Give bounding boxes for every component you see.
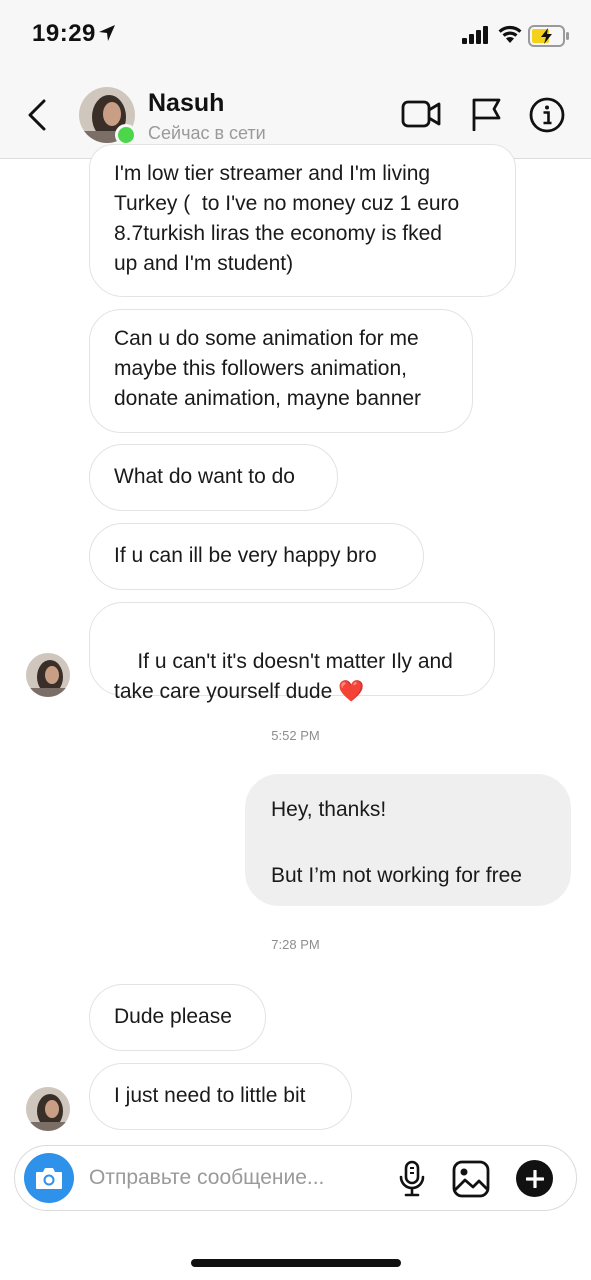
incoming-message[interactable]: Dude please	[89, 984, 266, 1051]
heart-emoji: ❤️	[338, 680, 365, 703]
gallery-icon[interactable]	[452, 1160, 490, 1198]
contact-status: Сейчас в сети	[148, 123, 266, 143]
status-time: 19:29	[32, 20, 96, 47]
incoming-message[interactable]: I'm low tier streamer and I'm living Tur…	[89, 144, 516, 297]
incoming-message[interactable]: If u can ill be very happy bro	[89, 523, 424, 590]
report-flag-icon[interactable]	[470, 97, 502, 131]
status-bar: 19:29	[0, 0, 591, 72]
info-icon[interactable]	[529, 97, 565, 133]
incoming-message[interactable]: I just need to little bit	[89, 1063, 352, 1130]
outgoing-message[interactable]: Hey, thanks! But I’m not working for fre…	[245, 774, 571, 906]
battery-charging-icon	[528, 25, 569, 47]
message-timestamp: 5:52 PM	[271, 728, 320, 743]
camera-button[interactable]	[24, 1153, 74, 1203]
home-indicator[interactable]	[191, 1259, 401, 1267]
location-arrow-icon	[99, 25, 115, 41]
plus-icon	[525, 1169, 544, 1188]
video-call-icon[interactable]	[401, 99, 441, 129]
wifi-icon	[498, 25, 522, 43]
message-composer	[14, 1145, 577, 1211]
back-chevron-icon[interactable]	[22, 98, 52, 132]
sender-avatar[interactable]	[26, 1087, 70, 1131]
sender-avatar[interactable]	[26, 653, 70, 697]
online-status-dot	[115, 124, 137, 146]
microphone-icon[interactable]	[397, 1160, 427, 1198]
message-input[interactable]	[89, 1164, 379, 1192]
incoming-message[interactable]: If u can't it's doesn't matter Ily and t…	[89, 602, 495, 703]
more-options-button[interactable]	[516, 1160, 553, 1197]
cellular-signal-icon	[462, 26, 488, 44]
message-timestamp: 7:28 PM	[271, 937, 320, 952]
incoming-message[interactable]: Can u do some animation for me maybe thi…	[89, 309, 473, 433]
message-text: If u can't it's doesn't matter Ily and t…	[114, 650, 453, 703]
incoming-message[interactable]: What do want to do	[89, 444, 338, 511]
camera-icon	[36, 1168, 62, 1189]
contact-name[interactable]: Nasuh	[148, 89, 224, 118]
